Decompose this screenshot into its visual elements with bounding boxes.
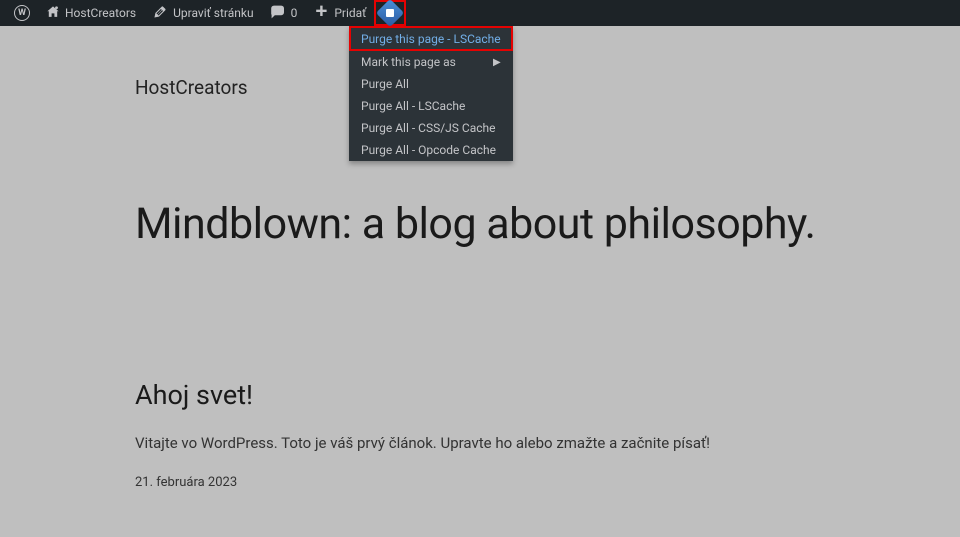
lscache-icon [376, 0, 404, 27]
comments-count: 0 [291, 6, 298, 20]
edit-page-label: Upraviť stránku [173, 6, 253, 20]
post-excerpt: Vitajte vo WordPress. Toto je váš prvý č… [135, 431, 825, 455]
comments-menu[interactable]: 0 [262, 0, 306, 26]
dropdown-item-label: Purge this page - LSCache [361, 32, 501, 46]
comment-icon [270, 4, 286, 23]
plus-icon [313, 4, 329, 23]
wordpress-logo-icon [14, 5, 30, 21]
edit-page-menu[interactable]: Upraviť stránku [144, 0, 261, 26]
post-date: 21. februára 2023 [135, 475, 825, 490]
dropdown-item-purge-all[interactable]: Purge All [349, 73, 513, 95]
wp-logo-menu[interactable] [6, 0, 38, 26]
dropdown-item-mark-page[interactable]: Mark this page as ▶ [349, 51, 513, 73]
site-name-label: HostCreators [65, 6, 136, 20]
dropdown-item-label: Purge All - LSCache [361, 99, 465, 113]
dropdown-item-purge-opcode[interactable]: Purge All - Opcode Cache [349, 139, 513, 161]
lscache-menu[interactable] [374, 0, 406, 26]
dropdown-item-label: Purge All - Opcode Cache [361, 143, 496, 157]
add-new-menu[interactable]: Pridať [305, 0, 374, 26]
main-heading: Mindblown: a blog about philosophy. [135, 199, 825, 249]
chevron-right-icon: ▶ [493, 57, 501, 68]
dropdown-item-purge-this-page[interactable]: Purge this page - LSCache [349, 26, 513, 51]
dropdown-item-label: Purge All - CSS/JS Cache [361, 121, 495, 135]
home-icon [46, 5, 60, 22]
post-title[interactable]: Ahoj svet! [135, 379, 825, 411]
wp-admin-bar: HostCreators Upraviť stránku 0 Pridať [0, 0, 960, 26]
dropdown-item-purge-css-js[interactable]: Purge All - CSS/JS Cache [349, 117, 513, 139]
add-new-label: Pridať [334, 6, 366, 20]
dropdown-item-purge-all-lscache[interactable]: Purge All - LSCache [349, 95, 513, 117]
lscache-dropdown: Purge this page - LSCache Mark this page… [349, 26, 513, 161]
dropdown-item-label: Purge All [361, 77, 409, 91]
edit-icon [152, 4, 168, 23]
site-name-menu[interactable]: HostCreators [38, 0, 144, 26]
dropdown-item-label: Mark this page as [361, 55, 456, 69]
